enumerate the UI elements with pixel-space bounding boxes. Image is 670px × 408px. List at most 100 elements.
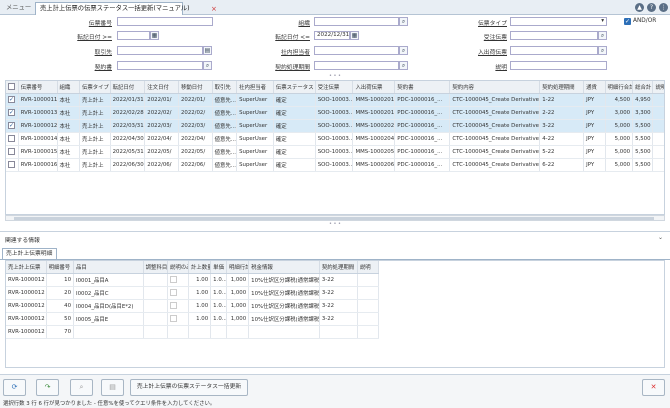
column-header[interactable]: 総合計 bbox=[632, 81, 654, 94]
search-icon[interactable]: ⌕ bbox=[598, 31, 607, 40]
column-header[interactable]: 通貨 bbox=[583, 81, 606, 94]
splitter-handle[interactable]: • • • bbox=[0, 222, 670, 227]
keiyaku-kikan-input[interactable] bbox=[314, 61, 399, 70]
row-checkbox[interactable]: ✓ bbox=[8, 122, 15, 129]
row-select-cell[interactable] bbox=[6, 132, 19, 146]
partner-lookup-icon[interactable]: ▤ bbox=[203, 46, 212, 55]
date-from-input[interactable] bbox=[117, 31, 150, 40]
redo-icon[interactable]: ↷ bbox=[36, 379, 59, 396]
help-icon[interactable]: ? bbox=[647, 3, 656, 12]
row-checkbox[interactable] bbox=[8, 148, 15, 155]
row-checkbox[interactable] bbox=[8, 135, 15, 142]
table-row[interactable]: ✓ RVR-1000013 本社 売上計上 2022/02/28 2022/02/2022… bbox=[6, 106, 664, 120]
column-header[interactable]: 伝票ステータス bbox=[273, 81, 316, 94]
calendar-icon[interactable]: ▦ bbox=[150, 31, 159, 40]
column-header[interactable]: 転記日付 bbox=[110, 81, 146, 94]
splitter-handle[interactable]: • • • bbox=[0, 74, 670, 79]
column-header[interactable]: 社内担当者 bbox=[236, 81, 274, 94]
column-header[interactable]: 計上数量 bbox=[188, 261, 212, 274]
column-header[interactable]: 伝票番号 bbox=[18, 81, 58, 94]
column-header[interactable]: 品目 bbox=[73, 261, 144, 274]
column-header[interactable]: 税金情報 bbox=[248, 261, 320, 274]
calendar-icon[interactable]: ▦ bbox=[350, 31, 359, 40]
shanai-input[interactable] bbox=[314, 46, 399, 55]
column-header[interactable]: 移動日付 bbox=[178, 81, 213, 94]
table-row[interactable]: RVR-1000012 50 I0005_品目E 1.00 1.0... 1,000 10%… bbox=[6, 312, 380, 326]
collapse-icon[interactable]: ▲ bbox=[635, 3, 644, 12]
print-icon[interactable]: ▤ bbox=[101, 379, 124, 396]
cancel-icon[interactable]: ✕ bbox=[642, 379, 665, 396]
table-row[interactable]: ✓ RVR-1000012 本社 売上計上 2022/03/31 2022/03/2022… bbox=[6, 119, 664, 133]
row-select-cell[interactable]: ✓ bbox=[6, 106, 19, 120]
refresh-icon[interactable]: ⟳ bbox=[3, 379, 26, 396]
column-header[interactable]: 明細行合計 bbox=[605, 81, 634, 94]
column-header[interactable]: 注文日付 bbox=[144, 81, 179, 94]
search-icon[interactable]: ⌕ bbox=[399, 17, 408, 26]
column-header[interactable]: 単価 bbox=[210, 261, 227, 274]
table-cell: 1,000 bbox=[226, 273, 250, 287]
date-to-input[interactable]: 2022/12/31 bbox=[314, 31, 350, 40]
tab-menu[interactable]: メニュー bbox=[2, 2, 32, 15]
table-cell: 売上計上 bbox=[79, 93, 111, 107]
juchu-input[interactable] bbox=[510, 31, 598, 40]
column-header[interactable]: 説明 bbox=[652, 81, 664, 94]
row-select-cell[interactable]: ✓ bbox=[6, 119, 19, 133]
table-cell: CTC-1000045_Create Derivative... bbox=[449, 106, 541, 120]
table-row[interactable]: ✓ RVR-1000011 本社 売上計上 2022/01/31 2022/01/2022… bbox=[6, 93, 664, 107]
search-icon[interactable]: ⌕ bbox=[598, 46, 607, 55]
chevron-down-icon[interactable]: ⌄ bbox=[658, 234, 663, 241]
row-select-cell[interactable] bbox=[6, 145, 19, 159]
nyushukka-input[interactable] bbox=[510, 46, 598, 55]
column-header[interactable]: 契約処理期間 bbox=[539, 81, 585, 94]
header-select-all[interactable] bbox=[6, 81, 19, 94]
column-header[interactable]: 明細番号 bbox=[46, 261, 75, 274]
zoom-icon[interactable]: ⌕ bbox=[70, 379, 93, 396]
column-header[interactable]: 取引先 bbox=[212, 81, 238, 94]
torihikisaki-input[interactable] bbox=[117, 46, 203, 55]
table-row[interactable]: RVR-1000016 本社 売上計上 2022/06/30 2022/06/2022/… bbox=[6, 158, 664, 172]
table-cell: PDC-1000016_... bbox=[394, 106, 451, 120]
and-or-checkbox[interactable]: ✓ bbox=[624, 18, 631, 25]
column-header[interactable]: 組織 bbox=[57, 81, 80, 94]
column-header[interactable]: 契約内容 bbox=[449, 81, 541, 94]
soshiki-input[interactable] bbox=[314, 17, 399, 26]
tab-line-items[interactable]: 売上計上伝票明細 bbox=[2, 248, 57, 259]
row-checkbox[interactable]: ✓ bbox=[8, 96, 15, 103]
row-checkbox[interactable] bbox=[8, 161, 15, 168]
row-select-cell[interactable] bbox=[6, 158, 19, 172]
table-row[interactable]: RVR-1000015 本社 売上計上 2022/05/31 2022/05/2022/… bbox=[6, 145, 664, 159]
search-icon[interactable]: ⌕ bbox=[203, 61, 212, 70]
table-cell: 売上計上 bbox=[79, 145, 111, 159]
menu-dots-icon[interactable]: ⋮ bbox=[659, 3, 668, 12]
denpyo-type-select[interactable]: ▾ bbox=[510, 17, 607, 26]
search-icon[interactable]: ⌕ bbox=[399, 61, 408, 70]
column-header[interactable]: 明細行計 bbox=[226, 261, 250, 274]
column-header[interactable]: 調整科目 bbox=[143, 261, 168, 274]
tab-active-window[interactable]: 売上計上伝票の伝票ステータス一括更新(マニュアル) × bbox=[35, 2, 217, 15]
column-header[interactable]: 説明 bbox=[357, 261, 380, 274]
row-checkbox[interactable]: ✓ bbox=[8, 109, 15, 116]
table-row[interactable]: RVR-1000012 70 bbox=[6, 325, 380, 339]
and-or-label: AND/OR bbox=[633, 18, 657, 24]
table-row[interactable]: RVR-1000012 10 I0001_品目A 1.00 1.0... 1,000 10%… bbox=[6, 273, 380, 287]
column-header[interactable]: 契約書 bbox=[394, 81, 451, 94]
search-icon[interactable]: ⌕ bbox=[399, 46, 408, 55]
close-icon[interactable]: × bbox=[211, 3, 217, 15]
bulk-update-button[interactable]: 売上計上伝票の伝票ステータス一括更新 bbox=[130, 379, 248, 396]
table-row[interactable]: RVR-1000012 20 I0002_品目C 1.00 1.0... 1,000 10%… bbox=[6, 286, 380, 300]
column-header[interactable]: 契約処理期間 bbox=[319, 261, 358, 274]
column-header[interactable]: 伝票タイプ bbox=[79, 81, 111, 94]
column-header[interactable]: 受注伝票 bbox=[315, 81, 354, 94]
select-all-checkbox[interactable] bbox=[8, 83, 15, 91]
column-header[interactable]: 説明のみ bbox=[167, 261, 190, 274]
column-header[interactable]: 入出荷伝票 bbox=[352, 81, 396, 94]
table-row[interactable]: RVR-1000012 40 I0004_品目D(品目E*2) 1.00 1.0... 1… bbox=[6, 299, 380, 313]
table-row[interactable]: RVR-1000014 本社 売上計上 2022/04/30 2022/04/2022/… bbox=[6, 132, 664, 146]
denpyo-no-input[interactable] bbox=[117, 17, 213, 26]
column-header[interactable]: 売上計上伝票 bbox=[6, 261, 47, 274]
keiyakusho-input[interactable] bbox=[117, 61, 203, 70]
scrollbar-thumb[interactable] bbox=[14, 217, 654, 220]
table-cell: 5,000 bbox=[605, 119, 634, 133]
row-select-cell[interactable]: ✓ bbox=[6, 93, 19, 107]
setsumei-input[interactable] bbox=[510, 61, 607, 70]
